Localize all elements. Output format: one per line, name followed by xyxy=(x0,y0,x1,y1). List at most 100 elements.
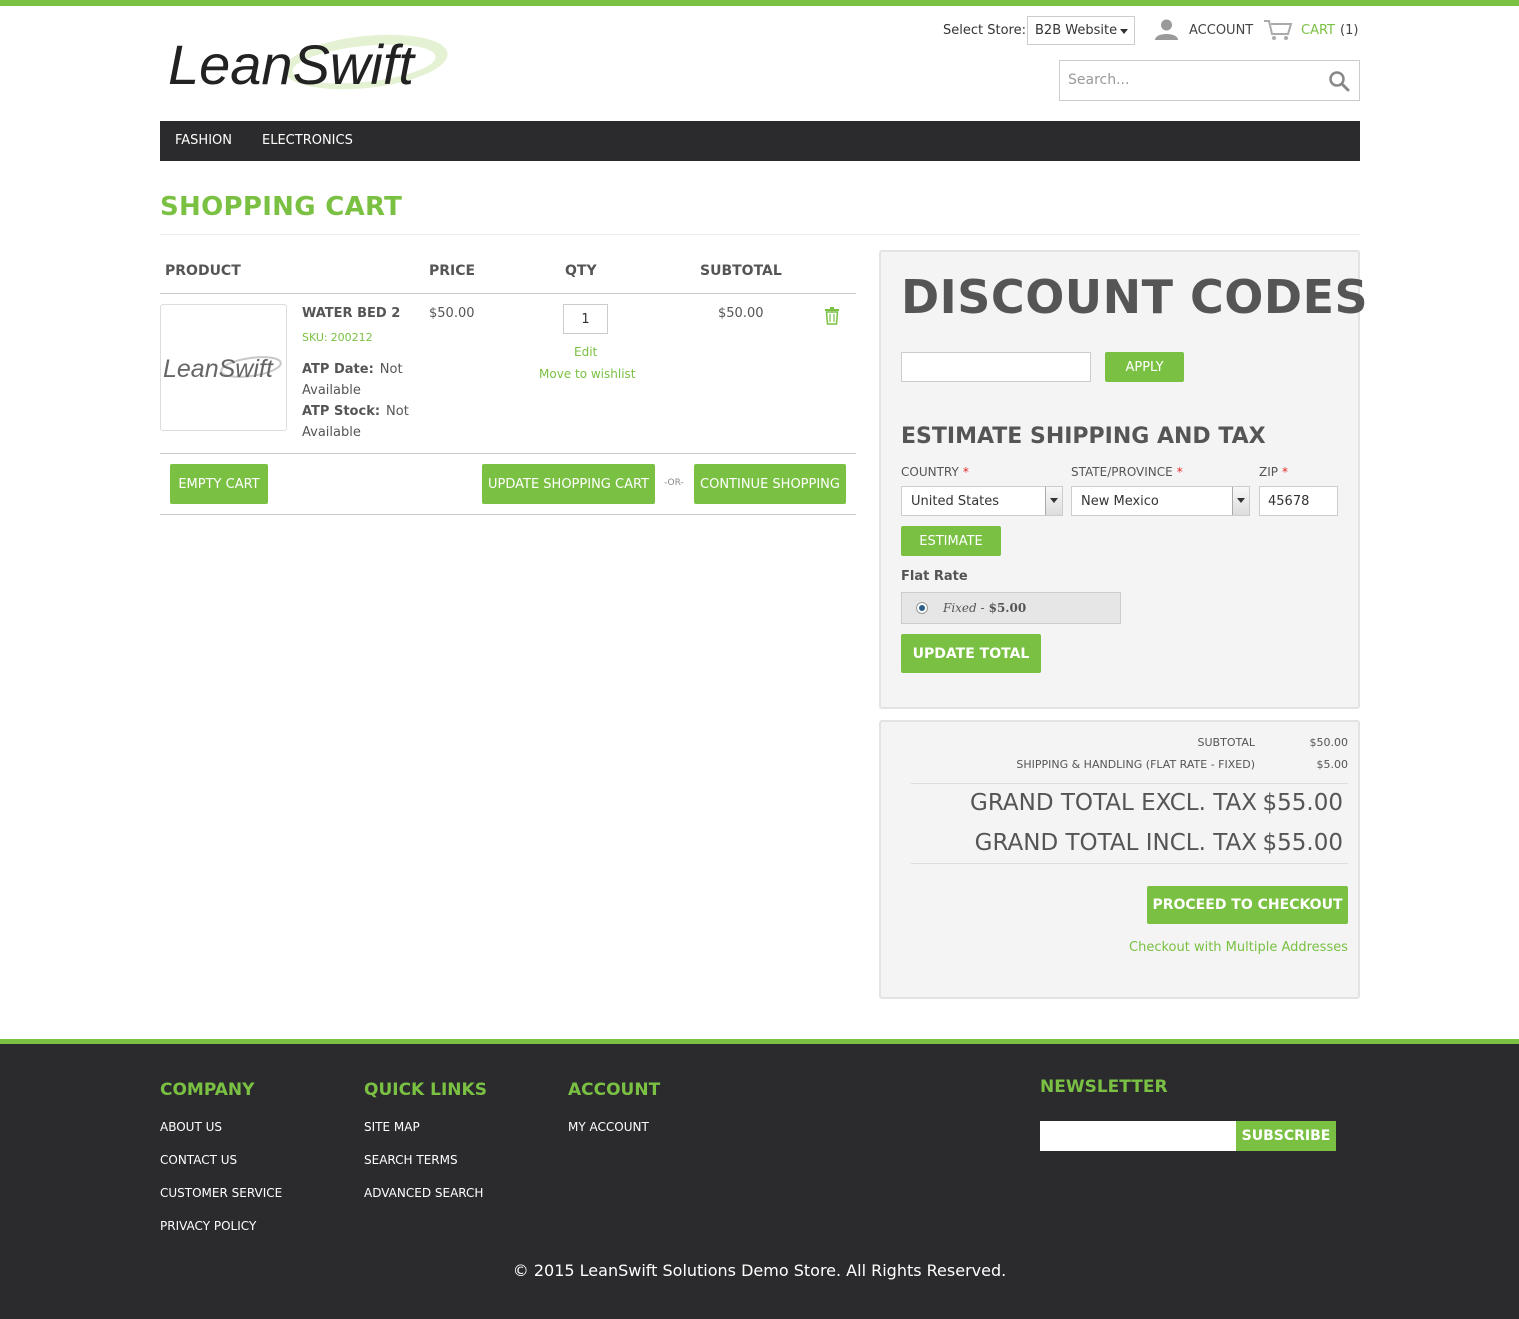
sku-value: 200212 xyxy=(330,331,373,344)
footer-account-title: ACCOUNT xyxy=(568,1080,661,1100)
footer-link-search-terms[interactable]: SEARCH TERMS xyxy=(364,1153,458,1167)
divider xyxy=(911,783,1348,784)
subtotal-value: $50.00 xyxy=(1309,736,1349,749)
search-input[interactable] xyxy=(1060,61,1310,99)
divider xyxy=(160,514,856,515)
top-accent-bar xyxy=(0,0,1519,6)
required-mark: * xyxy=(1282,465,1288,479)
main-nav: FASHION ELECTRONICS xyxy=(160,121,1360,161)
qty-input[interactable] xyxy=(563,304,608,334)
proceed-to-checkout-button[interactable]: PROCEED TO CHECKOUT xyxy=(1147,886,1348,924)
account-label: ACCOUNT xyxy=(1189,22,1254,38)
update-cart-button[interactable]: UPDATE SHOPPING CART xyxy=(482,464,655,504)
shipping-rate-option[interactable]: Fixed - $5.00 xyxy=(901,592,1121,624)
rate-price: $5.00 xyxy=(988,601,1027,615)
account-link[interactable]: ACCOUNT xyxy=(1154,18,1253,42)
store-select[interactable]: B2B Website xyxy=(1027,16,1135,45)
header-price: PRICE xyxy=(429,263,476,279)
cart-link[interactable]: CART (1) xyxy=(1263,18,1358,42)
state-label-text: STATE/PROVINCE xyxy=(1071,465,1173,479)
trash-icon[interactable] xyxy=(825,307,839,325)
required-mark: * xyxy=(1176,465,1183,479)
estimate-shipping-title: ESTIMATE SHIPPING AND TAX xyxy=(901,424,1266,449)
site-logo[interactable]: LeanSwift xyxy=(168,28,458,100)
newsletter-title: NEWSLETTER xyxy=(1040,1077,1168,1097)
rate-separator: - xyxy=(980,601,985,615)
edit-link[interactable]: Edit xyxy=(574,345,597,359)
newsletter-email-input[interactable] xyxy=(1040,1121,1237,1151)
divider xyxy=(160,293,856,294)
footer-link-advanced-search[interactable]: ADVANCED SEARCH xyxy=(364,1186,483,1200)
logo-text: LeanSwift xyxy=(168,33,416,96)
sku-label: SKU: xyxy=(302,331,328,344)
radio-button[interactable] xyxy=(916,602,928,614)
rate-name: Fixed xyxy=(943,601,977,615)
divider xyxy=(160,234,1360,235)
atp-date: ATP Date: Not Available xyxy=(302,359,412,401)
nav-item-fashion[interactable]: FASHION xyxy=(160,121,247,161)
product-image[interactable]: LeanSwift xyxy=(160,304,287,431)
header-subtotal: SUBTOTAL xyxy=(700,263,782,279)
chevron-down-icon xyxy=(1232,487,1249,515)
state-select-value: New Mexico xyxy=(1081,494,1159,509)
multiple-addresses-link[interactable]: Checkout with Multiple Addresses xyxy=(1129,940,1348,955)
cart-label: CART xyxy=(1301,22,1335,38)
move-to-wishlist-link[interactable]: Move to wishlist xyxy=(539,367,636,381)
search-box xyxy=(1059,60,1360,101)
chevron-down-icon xyxy=(1045,487,1062,515)
footer-company-title: COMPANY xyxy=(160,1080,255,1100)
item-subtotal: $50.00 xyxy=(718,306,764,321)
divider xyxy=(911,863,1348,864)
product-sku: SKU: 200212 xyxy=(302,331,373,344)
copyright: © 2015 LeanSwift Solutions Demo Store. A… xyxy=(512,1261,1007,1280)
grand-total-excl-label: GRAND TOTAL EXCL. TAX xyxy=(970,790,1257,816)
cart-icon xyxy=(1264,20,1293,40)
grand-total-excl-value: $55.00 xyxy=(1262,790,1343,816)
page-title: SHOPPING CART xyxy=(160,192,403,222)
or-separator: -OR- xyxy=(664,478,684,488)
estimate-button[interactable]: ESTIMATE xyxy=(901,526,1001,556)
subtotal-label: SUBTOTAL xyxy=(1197,736,1255,749)
footer-link-my-account[interactable]: MY ACCOUNT xyxy=(568,1120,649,1134)
divider xyxy=(160,453,856,454)
discount-code-input[interactable] xyxy=(901,352,1091,382)
store-select-value: B2B Website xyxy=(1035,23,1118,38)
country-label-text: COUNTRY xyxy=(901,465,959,479)
footer-link-about-us[interactable]: ABOUT US xyxy=(160,1120,222,1134)
nav-item-electronics[interactable]: ELECTRONICS xyxy=(247,121,368,161)
state-select[interactable]: New Mexico xyxy=(1071,486,1250,516)
empty-cart-button[interactable]: EMPTY CART xyxy=(170,464,268,504)
product-name[interactable]: WATER BED 2 xyxy=(302,306,400,321)
search-icon[interactable] xyxy=(1328,70,1350,92)
continue-shopping-button[interactable]: CONTINUE SHOPPING xyxy=(694,464,846,504)
cart-count: (1) xyxy=(1340,22,1359,38)
chevron-down-icon xyxy=(1120,29,1128,34)
footer-link-customer-service[interactable]: CUSTOMER SERVICE xyxy=(160,1186,282,1200)
footer-link-contact-us[interactable]: CONTACT US xyxy=(160,1153,237,1167)
shipping-value: $5.00 xyxy=(1316,758,1349,771)
required-mark: * xyxy=(962,465,969,479)
zip-label-text: ZIP xyxy=(1259,465,1278,479)
shipping-label: SHIPPING & HANDLING (FLAT RATE - FIXED) xyxy=(1016,758,1255,771)
country-label: COUNTRY * xyxy=(901,465,969,479)
country-select[interactable]: United States xyxy=(901,486,1063,516)
store-label: Select Store: xyxy=(943,23,1026,38)
update-total-button[interactable]: UPDATE TOTAL xyxy=(901,634,1041,673)
grand-total-incl-label: GRAND TOTAL INCL. TAX xyxy=(974,830,1257,856)
grand-total-incl-value: $55.00 xyxy=(1262,830,1343,856)
footer-link-privacy-policy[interactable]: PRIVACY POLICY xyxy=(160,1219,256,1233)
footer-quick-links-title: QUICK LINKS xyxy=(364,1080,487,1100)
apply-button[interactable]: APPLY xyxy=(1105,352,1184,382)
subscribe-button[interactable]: SUBSCRIBE xyxy=(1236,1121,1336,1151)
zip-label: ZIP * xyxy=(1259,465,1288,479)
footer-link-site-map[interactable]: SITE MAP xyxy=(364,1120,420,1134)
country-select-value: United States xyxy=(911,494,1000,509)
atp-stock: ATP Stock: Not Available xyxy=(302,401,412,443)
item-price: $50.00 xyxy=(429,306,475,321)
header-product: PRODUCT xyxy=(165,263,241,279)
product-image-logo-text: LeanSwift xyxy=(163,355,274,383)
discount-title: DISCOUNT CODES xyxy=(901,270,1369,324)
user-icon xyxy=(1155,19,1178,40)
zip-input[interactable] xyxy=(1259,486,1338,516)
flat-rate-title: Flat Rate xyxy=(901,569,968,584)
